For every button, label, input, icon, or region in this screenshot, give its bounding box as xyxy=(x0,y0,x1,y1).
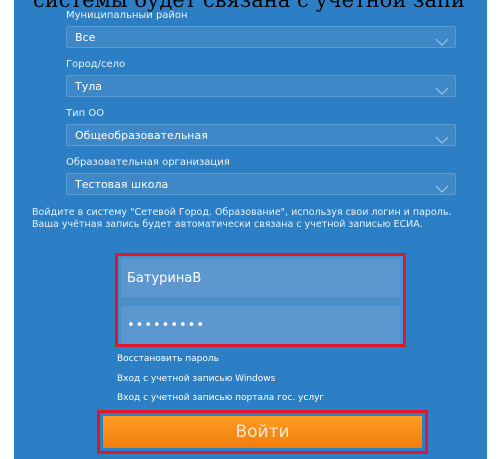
org-select[interactable]: Тестовая школа xyxy=(66,173,456,195)
chevron-down-icon xyxy=(435,32,449,51)
chevron-down-icon xyxy=(435,130,449,149)
chevron-down-icon xyxy=(435,81,449,100)
restore-password-link[interactable]: Восстановить пароль xyxy=(117,354,219,364)
city-label: Город/село xyxy=(66,59,126,70)
login-button[interactable]: Войти xyxy=(103,416,422,448)
info-text: Войдите в систему "Сетевой Город. Образо… xyxy=(32,207,452,230)
city-select[interactable]: Тула xyxy=(66,75,456,97)
gosuslugi-login-link[interactable]: Вход с учетной записью портала гос. услу… xyxy=(117,393,324,403)
org-type-select[interactable]: Общеобразовательная xyxy=(66,124,456,146)
credentials-highlight xyxy=(115,253,406,347)
login-panel: Муниципальный район Все Город/село Тула … xyxy=(14,0,487,459)
district-select-value: Все xyxy=(75,31,96,44)
login-button-highlight: Войти xyxy=(97,410,428,454)
top-cropped-text: системы будет связана с учетной запи xyxy=(33,0,465,12)
city-select-value: Тула xyxy=(75,80,103,93)
org-select-value: Тестовая школа xyxy=(75,178,169,191)
windows-login-link[interactable]: Вход с учетной записью Windows xyxy=(117,374,275,384)
org-type-select-value: Общеобразовательная xyxy=(75,129,208,142)
username-input[interactable] xyxy=(121,259,400,297)
org-type-label: Тип ОО xyxy=(66,108,105,119)
password-input[interactable] xyxy=(121,306,400,344)
chevron-down-icon xyxy=(435,179,449,198)
district-select[interactable]: Все xyxy=(66,26,456,48)
org-label: Образовательная организация xyxy=(66,157,230,168)
